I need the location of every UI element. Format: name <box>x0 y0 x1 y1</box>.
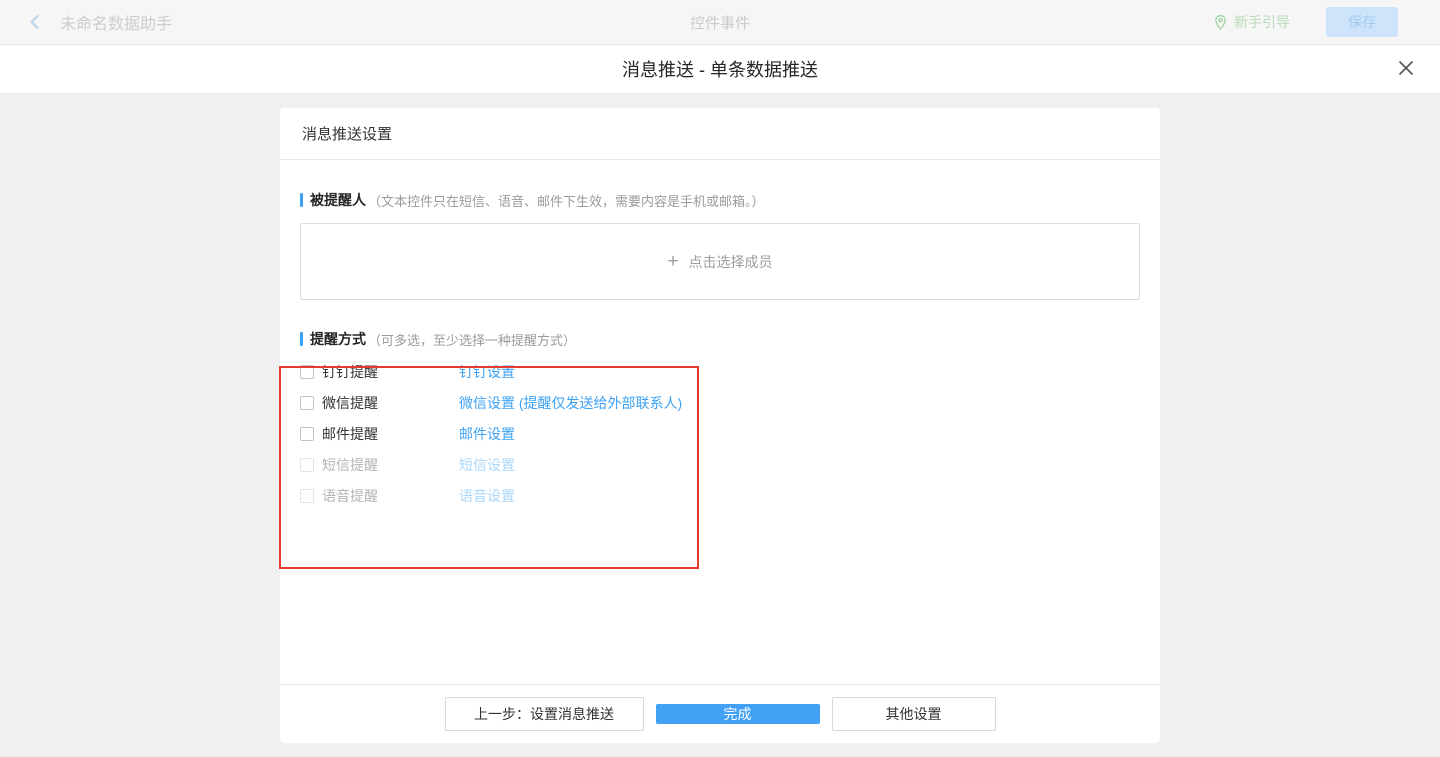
section-marker <box>300 332 303 346</box>
voice-settings-link: 语音设置 <box>459 486 515 506</box>
method-row-voice: 语音提醒 语音设置 <box>300 480 1140 511</box>
dingtalk-settings-link[interactable]: 钉钉设置 <box>459 362 515 382</box>
topbar: 未命名数据助手 控件事件 新手引导 保存 <box>0 0 1440 45</box>
wechat-settings-link[interactable]: 微信设置 (提醒仅发送给外部联系人) <box>459 393 682 413</box>
close-icon <box>1396 58 1416 81</box>
dingtalk-reminder-label: 钉钉提醒 <box>322 362 459 382</box>
voice-reminder-checkbox <box>300 489 314 503</box>
close-button[interactable] <box>1394 57 1418 81</box>
beginner-guide-link[interactable]: 新手引导 <box>1213 12 1290 32</box>
recipients-hint: （文本控件只在短信、语音、邮件下生效，需要内容是手机或邮箱。） <box>368 191 765 210</box>
email-settings-link[interactable]: 邮件设置 <box>459 424 515 444</box>
beginner-guide-label: 新手引导 <box>1234 12 1290 32</box>
wechat-reminder-label: 微信提醒 <box>322 393 459 413</box>
modal-header: 消息推送 - 单条数据推送 <box>0 45 1440 94</box>
methods-hint: （可多选，至少选择一种提醒方式） <box>368 330 576 349</box>
location-pin-icon <box>1213 14 1228 31</box>
back-icon[interactable] <box>26 13 44 31</box>
recipients-label: 被提醒人 <box>310 190 366 210</box>
methods-label: 提醒方式 <box>310 329 366 349</box>
app-title: 未命名数据助手 <box>60 10 172 34</box>
plus-icon: + <box>667 252 678 271</box>
message-push-settings-card: 消息推送设置 被提醒人 （文本控件只在短信、语音、邮件下生效，需要内容是手机或邮… <box>280 108 1160 743</box>
method-rows: 钉钉提醒 钉钉设置 微信提醒 微信设置 (提醒仅发送给外部联系人) 邮件提醒 邮… <box>300 356 1140 511</box>
previous-step-button[interactable]: 上一步：设置消息推送 <box>445 697 644 731</box>
method-row-sms: 短信提醒 短信设置 <box>300 449 1140 480</box>
method-row-wechat: 微信提醒 微信设置 (提醒仅发送给外部联系人) <box>300 387 1140 418</box>
done-button[interactable]: 完成 <box>656 704 820 724</box>
dingtalk-reminder-checkbox[interactable] <box>300 365 314 379</box>
voice-reminder-label: 语音提醒 <box>322 486 459 506</box>
methods-section-title: 提醒方式 （可多选，至少选择一种提醒方式） <box>300 300 1140 349</box>
modal-body: 消息推送设置 被提醒人 （文本控件只在短信、语音、邮件下生效，需要内容是手机或邮… <box>0 94 1440 757</box>
member-picker-label: 点击选择成员 <box>689 252 773 272</box>
method-row-email: 邮件提醒 邮件设置 <box>300 418 1140 449</box>
sms-reminder-checkbox <box>300 458 314 472</box>
card-footer: 上一步：设置消息推送 完成 其他设置 <box>280 684 1160 743</box>
sms-reminder-label: 短信提醒 <box>322 455 459 475</box>
email-reminder-checkbox[interactable] <box>300 427 314 441</box>
email-reminder-label: 邮件提醒 <box>322 424 459 444</box>
modal-title: 消息推送 - 单条数据推送 <box>622 56 818 82</box>
sms-settings-link: 短信设置 <box>459 455 515 475</box>
method-row-dingtalk: 钉钉提醒 钉钉设置 <box>300 356 1140 387</box>
section-marker <box>300 193 303 207</box>
member-picker[interactable]: + 点击选择成员 <box>300 223 1140 300</box>
wechat-reminder-checkbox[interactable] <box>300 396 314 410</box>
recipients-section-title: 被提醒人 （文本控件只在短信、语音、邮件下生效，需要内容是手机或邮箱。） <box>300 160 1140 210</box>
card-title: 消息推送设置 <box>280 108 1160 160</box>
other-settings-button[interactable]: 其他设置 <box>832 697 996 731</box>
save-button[interactable]: 保存 <box>1326 7 1398 37</box>
